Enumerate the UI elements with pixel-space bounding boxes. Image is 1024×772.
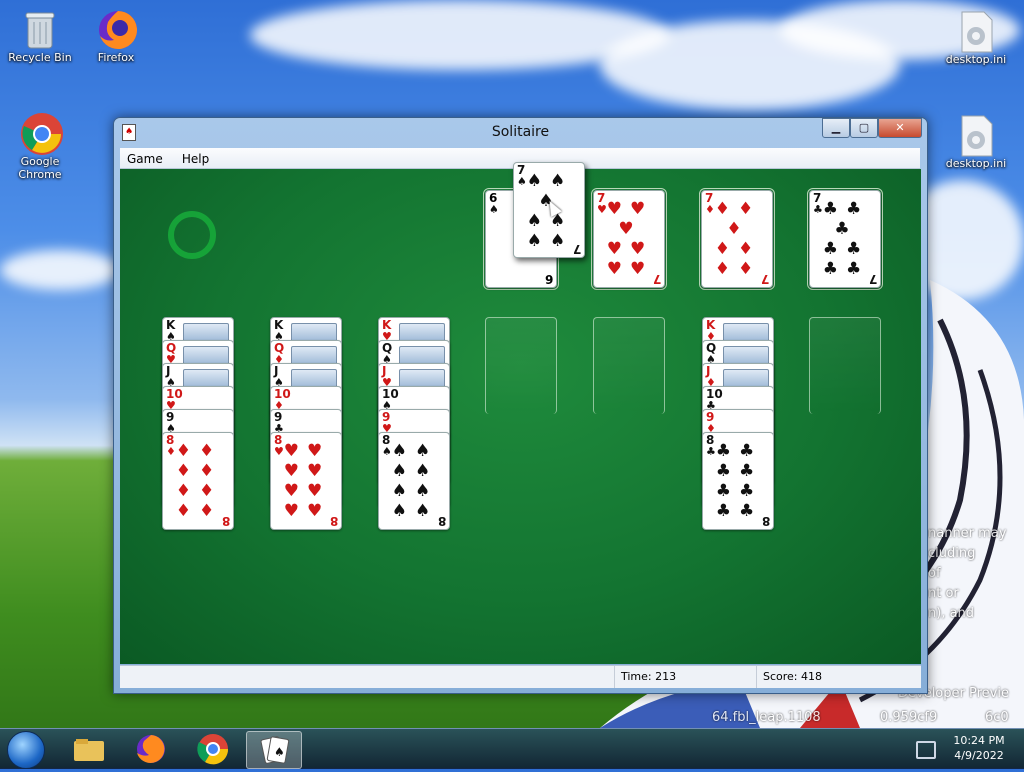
watermark-line: 6c0 bbox=[985, 710, 1009, 725]
maximize-button[interactable]: ▢ bbox=[850, 118, 878, 138]
tableau-card[interactable]: 8 ♦ ♦♦ ♦♦ ♦♦ ♦♦ 8 bbox=[162, 432, 234, 530]
time-display: Time: 213 bbox=[614, 666, 751, 688]
card-rank-bottom: 8 bbox=[221, 514, 230, 528]
status-bar: Time: 213 Score: 418 bbox=[120, 665, 921, 688]
card-suit: ♠ bbox=[489, 203, 499, 216]
clock-time: 10:24 PM bbox=[953, 734, 1005, 747]
watermark-line: nanner may bbox=[928, 526, 1007, 541]
tableau-card[interactable]: 8 ♣ ♣♣ ♣♣ ♣♣ ♣♣ 8 bbox=[702, 432, 774, 530]
desktop-icon-recycle-bin[interactable]: Recycle Bin bbox=[2, 8, 78, 64]
title-bar[interactable]: ♠ Solitaire ▁ ▢ ✕ bbox=[114, 118, 927, 146]
desktop-icon-desktop-ini-1[interactable]: desktop.ini bbox=[938, 10, 1014, 66]
network-icon[interactable] bbox=[916, 741, 936, 759]
card-pips: ♦♦ ♦♦ ♦♦ ♦♦ bbox=[175, 441, 223, 521]
clock-date: 4/9/2022 bbox=[954, 749, 1004, 762]
svg-text:♠: ♠ bbox=[274, 745, 285, 759]
time-label: Time: bbox=[621, 670, 652, 683]
card-rank-bottom: 7 bbox=[572, 242, 581, 256]
tableau-empty-slot[interactable] bbox=[593, 317, 665, 414]
close-button[interactable]: ✕ bbox=[878, 118, 922, 138]
taskbar-chrome[interactable] bbox=[186, 731, 240, 767]
taskbar-solitaire[interactable]: ♠ bbox=[246, 731, 302, 769]
card-pips: ♦♦ ♦ ♦♦ ♦♦ bbox=[714, 199, 762, 279]
tableau-card[interactable]: 8 ♥ ♥♥ ♥♥ ♥♥ ♥♥ 8 bbox=[270, 432, 342, 530]
watermark-line: n), and bbox=[928, 606, 975, 621]
foundation-card[interactable]: 7 ♥ ♥♥ ♥ ♥♥ ♥♥ 7 bbox=[593, 190, 665, 288]
firefox-icon bbox=[96, 8, 138, 49]
minimize-button[interactable]: ▁ bbox=[822, 118, 850, 138]
watermark-line: of bbox=[928, 566, 941, 581]
desktop-icon-label: Google Chrome bbox=[18, 155, 62, 181]
settings-file-icon bbox=[956, 10, 996, 53]
card-pips: ♣♣ ♣ ♣♣ ♣♣ bbox=[822, 199, 870, 279]
card-pips: ♥♥ ♥♥ ♥♥ ♥♥ bbox=[283, 441, 331, 521]
desktop-icon-google-chrome[interactable]: Google Chrome bbox=[2, 112, 78, 181]
card-rank-bottom: 6 bbox=[544, 272, 553, 286]
solitaire-icon: ♠ bbox=[260, 736, 290, 764]
watermark-line: cluding bbox=[928, 546, 976, 561]
desktop-icon-label: desktop.ini bbox=[945, 53, 1007, 66]
watermark-line: nt or bbox=[928, 586, 959, 601]
system-clock[interactable]: 10:24 PM 4/9/2022 bbox=[944, 733, 1014, 763]
card-rank-bottom: 7 bbox=[868, 272, 877, 286]
window-title: Solitaire bbox=[491, 124, 550, 140]
recycle-bin-icon bbox=[20, 8, 60, 49]
foundation-card[interactable]: 7 ♣ ♣♣ ♣ ♣♣ ♣♣ 7 bbox=[809, 190, 881, 288]
score-display: Score: 418 bbox=[756, 666, 913, 688]
taskbar: ♠ 10:24 PM 4/9/2022 bbox=[0, 728, 1024, 769]
card-rank-bottom: 7 bbox=[652, 272, 661, 286]
score-label: Score: bbox=[763, 670, 798, 683]
taskbar-file-explorer[interactable] bbox=[62, 731, 116, 767]
card-pips: ♠♠ ♠♠ ♠♠ ♠♠ bbox=[391, 441, 439, 521]
desktop-icon-label: desktop.ini bbox=[945, 157, 1007, 170]
foundation-card[interactable]: 7 ♦ ♦♦ ♦ ♦♦ ♦♦ 7 bbox=[701, 190, 773, 288]
watermark-line: 64.fbl_leap.1108 bbox=[712, 710, 821, 725]
desktop-icon-label: Firefox bbox=[97, 51, 135, 64]
menu-game[interactable]: Game bbox=[120, 149, 170, 169]
settings-file-icon bbox=[956, 114, 996, 157]
file-explorer-icon bbox=[74, 739, 104, 761]
watermark-line: 0.959cf9 bbox=[880, 710, 938, 725]
tableau-card[interactable]: 8 ♠ ♠♠ ♠♠ ♠♠ ♠♠ 8 bbox=[378, 432, 450, 530]
chrome-icon bbox=[20, 112, 63, 155]
menu-help[interactable]: Help bbox=[175, 149, 216, 169]
tableau-empty-slot[interactable] bbox=[809, 317, 881, 414]
card-rank-bottom: 8 bbox=[761, 514, 770, 528]
desktop-icon-label: Recycle Bin bbox=[8, 51, 72, 64]
card-rank-bottom: 8 bbox=[329, 514, 338, 528]
start-button[interactable] bbox=[7, 731, 45, 769]
card-rank-bottom: 8 bbox=[437, 514, 446, 528]
desktop-icon-desktop-ini-2[interactable]: desktop.ini bbox=[938, 114, 1014, 170]
taskbar-firefox[interactable] bbox=[124, 731, 178, 767]
chrome-icon bbox=[197, 734, 229, 765]
card-pips: ♥♥ ♥ ♥♥ ♥♥ bbox=[606, 199, 654, 279]
stock-pile-empty-indicator[interactable] bbox=[168, 211, 216, 259]
time-value: 213 bbox=[655, 670, 677, 683]
score-value: 418 bbox=[801, 670, 823, 683]
firefox-icon bbox=[137, 735, 165, 763]
desktop-icon-firefox[interactable]: Firefox bbox=[78, 8, 154, 64]
card-pips: ♣♣ ♣♣ ♣♣ ♣♣ bbox=[715, 441, 763, 521]
tableau-empty-slot[interactable] bbox=[485, 317, 557, 414]
card-rank-bottom: 7 bbox=[760, 272, 769, 286]
